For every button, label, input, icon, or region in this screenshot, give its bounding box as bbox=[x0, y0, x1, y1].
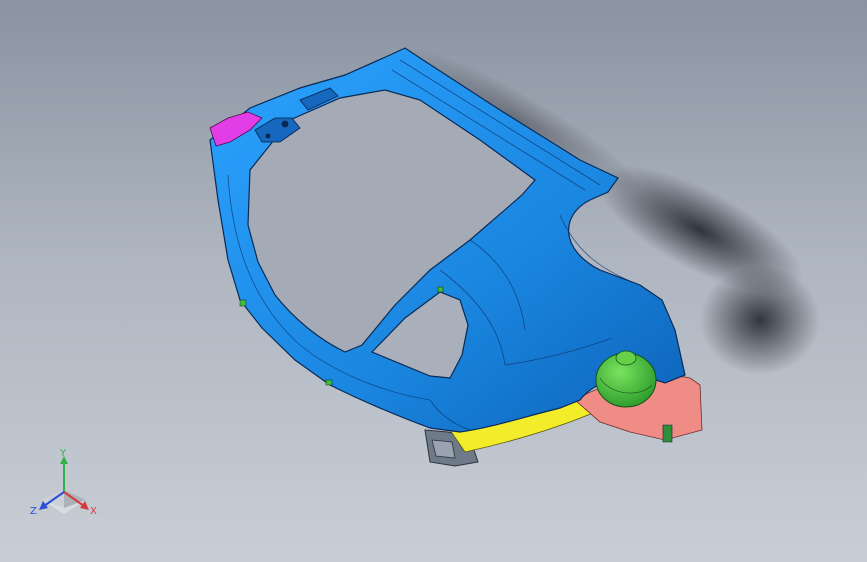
car-body-side-panel-model[interactable] bbox=[0, 0, 867, 562]
y-axis-arrow-icon bbox=[60, 456, 68, 492]
3d-viewport[interactable]: Y X Z bbox=[0, 0, 867, 562]
z-axis-label: Z bbox=[30, 506, 37, 517]
green-clip-part[interactable] bbox=[662, 424, 673, 443]
x-axis-label: X bbox=[90, 506, 97, 517]
y-axis-label: Y bbox=[59, 448, 67, 459]
coordinate-triad[interactable]: Y X Z bbox=[28, 448, 102, 520]
